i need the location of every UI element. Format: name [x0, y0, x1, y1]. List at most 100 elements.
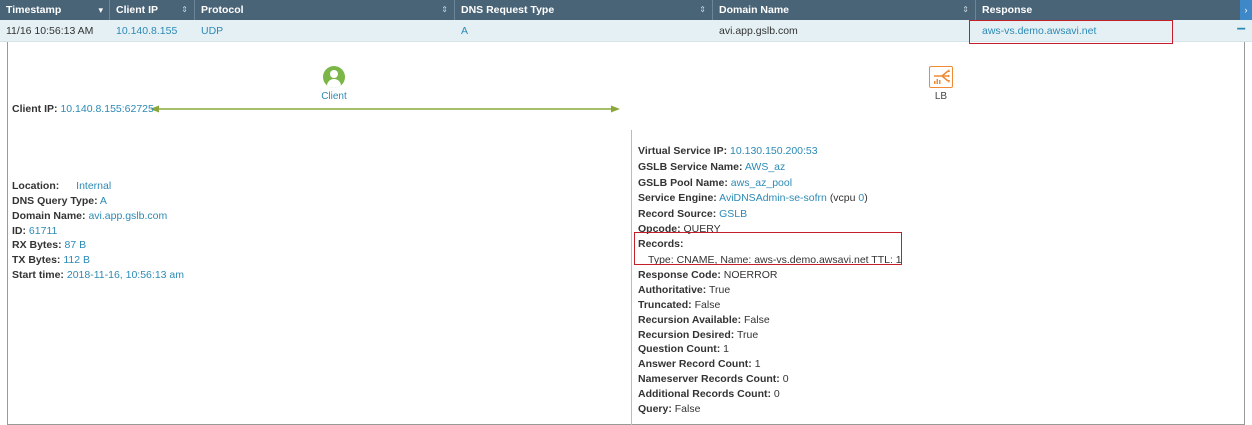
service-engine-key: Service Engine:	[638, 192, 717, 204]
answer-record-count-row: Answer Record Count: 1	[638, 358, 761, 370]
client-ip-row: Client IP: 10.140.8.155:62725	[12, 103, 154, 115]
sort-descending-icon[interactable]: ▾	[98, 0, 103, 20]
client-ip-key: Client IP:	[12, 103, 58, 115]
id-value[interactable]: 61711	[29, 225, 57, 237]
service-engine-row: Service Engine: AviDNSAdmin-se-sofrn (vc…	[638, 192, 868, 204]
start-time-key: Start time:	[12, 269, 64, 281]
cell-timestamp: 11/16 10:56:13 AM	[6, 25, 94, 37]
column-header-protocol[interactable]: Protocol ⇕	[195, 0, 455, 20]
question-count-value: 1	[723, 343, 730, 355]
domain-name-key: Domain Name:	[12, 210, 86, 222]
gslb-pool-name-row: GSLB Pool Name: aws_az_pool	[638, 177, 792, 189]
dns-query-type-row: DNS Query Type: A	[12, 195, 107, 207]
client-ip-value[interactable]: 10.140.8.155:62725	[60, 103, 153, 115]
service-engine-value[interactable]: AviDNSAdmin-se-sofrn	[719, 192, 827, 204]
recursion-available-row: Recursion Available: False	[638, 314, 770, 326]
question-count-row: Question Count: 1	[638, 343, 729, 355]
vcpu-suffix: )	[864, 192, 868, 204]
rx-bytes-key: RX Bytes:	[12, 239, 62, 251]
location-row: Location: Internal	[12, 180, 111, 192]
recursion-available-key: Recursion Available:	[638, 314, 742, 326]
nameserver-records-count-value: 0	[782, 373, 789, 385]
answer-record-count-value: 1	[754, 358, 761, 370]
client-node: Client	[304, 66, 364, 102]
query-row: Query: False	[638, 403, 700, 415]
dns-query-type-value[interactable]: A	[100, 195, 107, 207]
virtual-service-ip-key: Virtual Service IP:	[638, 145, 728, 157]
nameserver-records-count-row: Nameserver Records Count: 0	[638, 373, 789, 385]
response-code-key: Response Code:	[638, 269, 721, 281]
cell-domain-name: avi.app.gslb.com	[719, 25, 798, 37]
sort-icon[interactable]: ⇕	[181, 0, 188, 20]
tx-bytes-value[interactable]: 112 B	[63, 254, 90, 266]
collapse-icon[interactable]: −	[1237, 20, 1246, 42]
domain-name-row: Domain Name: avi.app.gslb.com	[12, 210, 167, 222]
record-source-row: Record Source: GSLB	[638, 208, 747, 220]
user-icon	[323, 66, 345, 88]
tx-bytes-key: TX Bytes:	[12, 254, 61, 266]
lb-label: LB	[934, 91, 948, 102]
start-time-value[interactable]: 2018-11-16, 10:56:13 am	[67, 269, 184, 281]
domain-name-value[interactable]: avi.app.gslb.com	[88, 210, 167, 222]
record-source-value[interactable]: GSLB	[719, 208, 747, 220]
authoritative-key: Authoritative:	[638, 284, 707, 296]
sort-icon[interactable]: ⇕	[441, 0, 448, 20]
lb-node: LB	[911, 66, 971, 102]
gslb-service-name-value[interactable]: AWS_az	[745, 161, 785, 173]
location-value[interactable]: Internal	[76, 180, 111, 192]
expand-columns-icon[interactable]: ›	[1240, 0, 1252, 20]
authoritative-value: True	[708, 284, 731, 296]
tx-bytes-row: TX Bytes: 112 B	[12, 254, 90, 266]
truncated-value: False	[694, 299, 721, 311]
records-highlight	[634, 232, 902, 265]
question-count-key: Question Count:	[638, 343, 721, 355]
column-label: Response	[982, 4, 1033, 16]
cell-protocol[interactable]: UDP	[195, 20, 455, 42]
column-label: Protocol	[201, 4, 244, 16]
gslb-pool-name-value[interactable]: aws_az_pool	[731, 177, 792, 189]
vcpu-prefix: (vcpu	[829, 192, 859, 204]
table-header: Timestamp ▾ Client IP ⇕ Protocol ⇕ DNS R…	[0, 0, 1252, 20]
authoritative-row: Authoritative: True	[638, 284, 730, 296]
response-code-value: NOERROR	[723, 269, 778, 281]
location-key: Location:	[12, 180, 60, 192]
nameserver-records-count-key: Nameserver Records Count:	[638, 373, 780, 385]
id-key: ID:	[12, 225, 26, 237]
rx-bytes-row: RX Bytes: 87 B	[12, 239, 86, 251]
virtual-service-ip-value[interactable]: 10.130.150.200:53	[730, 145, 818, 157]
sort-icon[interactable]: ⇕	[699, 0, 706, 20]
gslb-pool-name-key: GSLB Pool Name:	[638, 177, 728, 189]
load-balancer-icon	[929, 66, 953, 88]
response-highlight	[969, 20, 1173, 44]
column-header-response[interactable]: Response	[976, 0, 1240, 20]
rx-bytes-value[interactable]: 87 B	[65, 239, 87, 251]
dns-query-type-key: DNS Query Type:	[12, 195, 98, 207]
recursion-desired-key: Recursion Desired:	[638, 329, 735, 341]
query-key: Query:	[638, 403, 672, 415]
recursion-desired-value: True	[737, 329, 759, 341]
connection-arrow	[150, 105, 620, 113]
column-label: DNS Request Type	[461, 4, 555, 16]
cell-client-ip[interactable]: 10.140.8.155	[110, 20, 195, 42]
column-header-domain-name[interactable]: Domain Name ⇕	[713, 0, 976, 20]
panel-divider	[631, 130, 632, 425]
recursion-available-value: False	[744, 314, 770, 326]
gslb-service-name-row: GSLB Service Name: AWS_az	[638, 161, 785, 173]
response-code-row: Response Code: NOERROR	[638, 269, 777, 281]
recursion-desired-row: Recursion Desired: True	[638, 329, 758, 341]
virtual-service-ip-row: Virtual Service IP: 10.130.150.200:53	[638, 145, 818, 157]
sort-icon[interactable]: ⇕	[962, 0, 969, 20]
column-label: Client IP	[116, 4, 159, 16]
id-row: ID: 61711	[12, 225, 57, 237]
column-header-dns-request-type[interactable]: DNS Request Type ⇕	[455, 0, 713, 20]
query-value: False	[674, 403, 701, 415]
truncated-row: Truncated: False	[638, 299, 720, 311]
answer-record-count-key: Answer Record Count:	[638, 358, 752, 370]
additional-records-count-row: Additional Records Count: 0	[638, 388, 780, 400]
column-header-timestamp[interactable]: Timestamp ▾	[0, 0, 110, 20]
additional-records-count-value: 0	[773, 388, 780, 400]
column-header-client-ip[interactable]: Client IP ⇕	[110, 0, 195, 20]
truncated-key: Truncated:	[638, 299, 692, 311]
column-label: Timestamp	[6, 4, 62, 16]
cell-dns-request-type[interactable]: A	[455, 20, 713, 42]
